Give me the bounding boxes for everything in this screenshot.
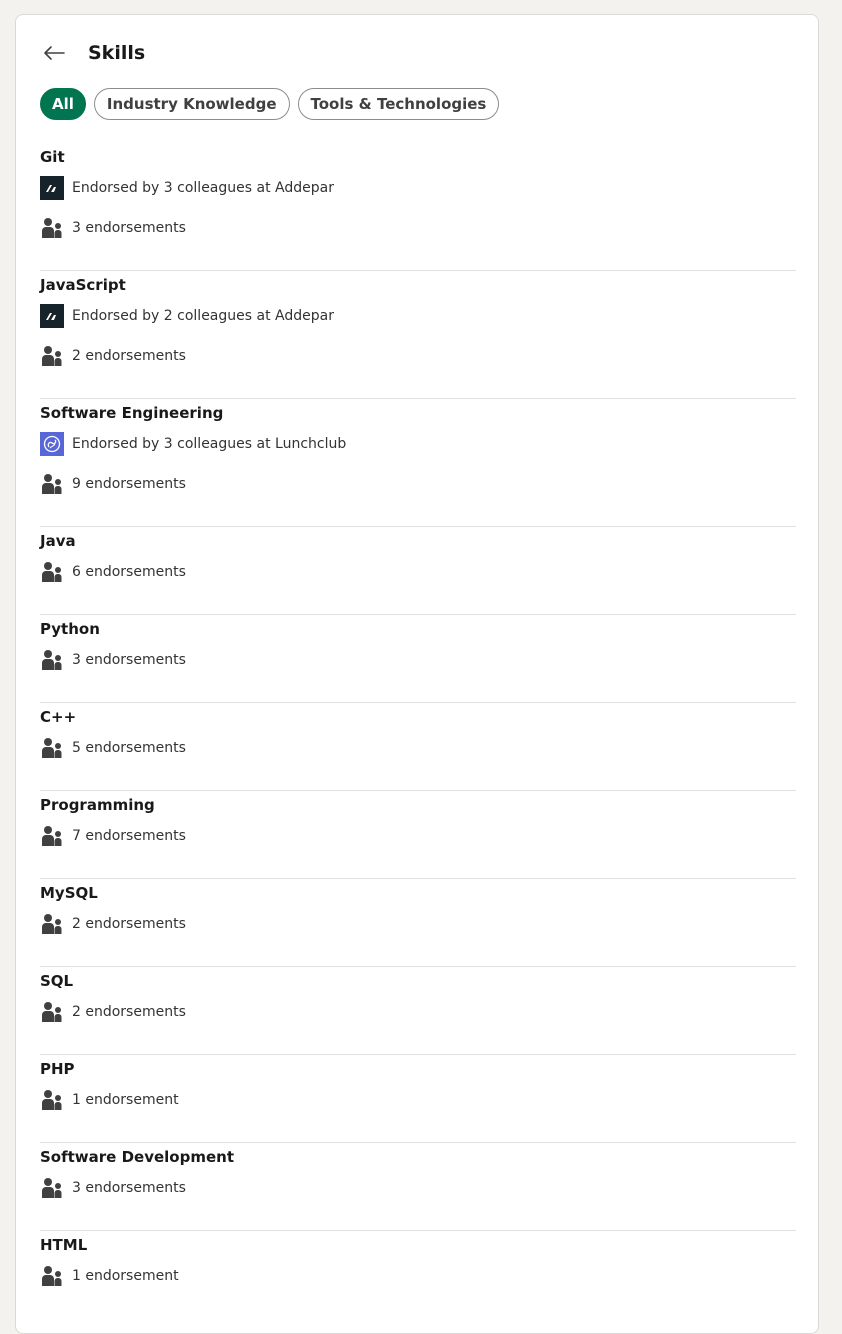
endorsement-count-text: 3 endorsements (72, 1180, 186, 1196)
skill-item: HTML 1 endorsement (40, 1231, 796, 1319)
company-endorsement: Endorsed by 3 colleagues at Addepar (40, 176, 796, 200)
skill-name[interactable]: HTML (40, 1235, 796, 1255)
skill-name[interactable]: Python (40, 619, 796, 639)
company-endorsement-text: Endorsed by 3 colleagues at Addepar (72, 180, 334, 196)
filter-pills: All Industry Knowledge Tools & Technolog… (40, 88, 500, 120)
skill-list: Git Endorsed by 3 colleagues at Addepar … (40, 143, 796, 1319)
skill-name[interactable]: SQL (40, 971, 796, 991)
people-icon (42, 346, 62, 366)
endorsement-count[interactable]: 1 endorsement (40, 1088, 796, 1112)
skill-item: Software Engineering Endorsed by 3 colle… (40, 399, 796, 527)
endorsement-count[interactable]: 2 endorsements (40, 1000, 796, 1024)
people-icon (42, 826, 62, 846)
skill-item: Git Endorsed by 3 colleagues at Addepar … (40, 143, 796, 271)
endorsement-count-text: 6 endorsements (72, 564, 186, 580)
endorsement-count[interactable]: 1 endorsement (40, 1264, 796, 1288)
skill-name[interactable]: Programming (40, 795, 796, 815)
endorsement-count[interactable]: 7 endorsements (40, 824, 796, 848)
skill-name[interactable]: MySQL (40, 883, 796, 903)
people-icon (42, 914, 62, 934)
skill-name[interactable]: Software Development (40, 1147, 796, 1167)
people-icon (42, 218, 62, 238)
skill-item: Programming 7 endorsements (40, 791, 796, 879)
people-icon (42, 1266, 62, 1286)
endorsement-count-text: 7 endorsements (72, 828, 186, 844)
endorsement-count[interactable]: 3 endorsements (40, 1176, 796, 1200)
back-button[interactable] (40, 39, 68, 67)
company-endorsement-text: Endorsed by 3 colleagues at Lunchclub (72, 436, 347, 452)
people-icon (42, 738, 62, 758)
endorsement-count[interactable]: 3 endorsements (40, 648, 796, 672)
people-icon (42, 562, 62, 582)
skill-item: MySQL 2 endorsements (40, 879, 796, 967)
skill-name[interactable]: JavaScript (40, 275, 796, 295)
addepar-logo (40, 176, 64, 200)
people-icon (42, 1178, 62, 1198)
endorsement-count-text: 1 endorsement (72, 1268, 179, 1284)
people-icon (42, 474, 62, 494)
arrow-left-icon (44, 46, 65, 60)
endorsement-count[interactable]: 2 endorsements (40, 344, 796, 368)
filter-industry-knowledge[interactable]: Industry Knowledge (93, 88, 290, 120)
addepar-logo (40, 304, 64, 328)
endorsement-count[interactable]: 3 endorsements (40, 216, 796, 240)
endorsement-count-text: 2 endorsements (72, 916, 186, 932)
people-icon (42, 650, 62, 670)
endorsement-count-text: 9 endorsements (72, 476, 186, 492)
filter-tools-technologies[interactable]: Tools & Technologies (297, 88, 500, 120)
skill-item: PHP 1 endorsement (40, 1055, 796, 1143)
skill-name[interactable]: Git (40, 147, 796, 167)
lunchclub-logo (40, 432, 64, 456)
filter-all[interactable]: All (40, 88, 86, 120)
endorsement-count-text: 2 endorsements (72, 348, 186, 364)
skill-item: Python 3 endorsements (40, 615, 796, 703)
skill-name[interactable]: PHP (40, 1059, 796, 1079)
skills-card: Skills All Industry Knowledge Tools & Te… (15, 14, 819, 1334)
skill-item: SQL 2 endorsements (40, 967, 796, 1055)
endorsement-count[interactable]: 5 endorsements (40, 736, 796, 760)
skill-name[interactable]: Software Engineering (40, 403, 796, 423)
endorsement-count-text: 5 endorsements (72, 740, 186, 756)
skill-item: Java 6 endorsements (40, 527, 796, 615)
header: Skills (40, 39, 145, 67)
endorsement-count-text: 3 endorsements (72, 652, 186, 668)
company-endorsement: Endorsed by 3 colleagues at Lunchclub (40, 432, 796, 456)
page-title: Skills (88, 42, 146, 64)
endorsement-count[interactable]: 9 endorsements (40, 472, 796, 496)
skill-name[interactable]: Java (40, 531, 796, 551)
people-icon (42, 1090, 62, 1110)
skill-item: Software Development 3 endorsements (40, 1143, 796, 1231)
company-endorsement-text: Endorsed by 2 colleagues at Addepar (72, 308, 334, 324)
endorsement-count-text: 1 endorsement (72, 1092, 179, 1108)
skill-item: C++ 5 endorsements (40, 703, 796, 791)
skill-item: JavaScript Endorsed by 2 colleagues at A… (40, 271, 796, 399)
endorsement-count-text: 2 endorsements (72, 1004, 186, 1020)
skill-name[interactable]: C++ (40, 707, 796, 727)
endorsement-count[interactable]: 2 endorsements (40, 912, 796, 936)
endorsement-count-text: 3 endorsements (72, 220, 186, 236)
people-icon (42, 1002, 62, 1022)
endorsement-count[interactable]: 6 endorsements (40, 560, 796, 584)
company-endorsement: Endorsed by 2 colleagues at Addepar (40, 304, 796, 328)
